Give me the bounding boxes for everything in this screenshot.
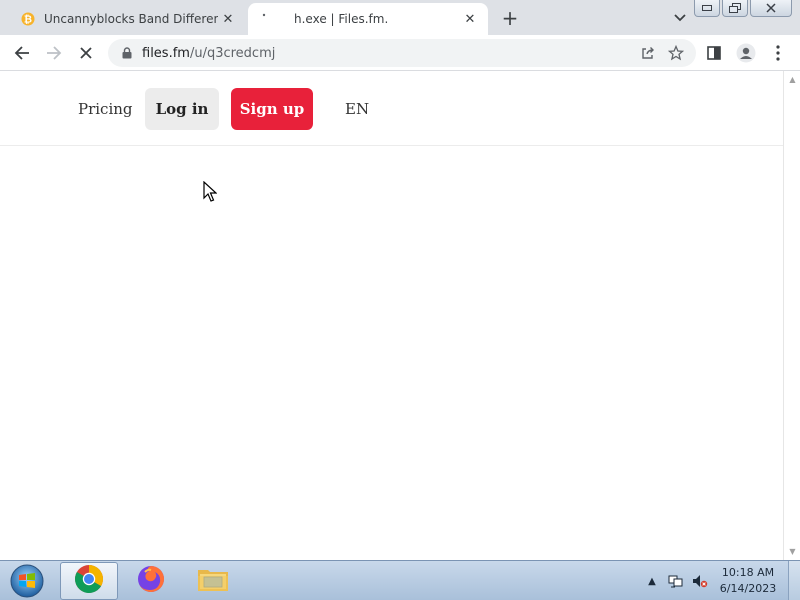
mouse-cursor-icon — [203, 180, 218, 207]
back-arrow-icon[interactable] — [8, 39, 36, 67]
scroll-down-arrow-icon[interactable]: ▼ — [784, 543, 800, 560]
tab-uncannyblocks[interactable]: ₿ Uncannyblocks Band Different (1 ✕ — [8, 3, 246, 35]
window-controls — [692, 0, 792, 17]
tab-strip: ₿ Uncannyblocks Band Different (1 ✕ h.ex… — [0, 0, 800, 35]
scroll-up-arrow-icon[interactable]: ▲ — [784, 71, 800, 88]
url-text: files.fm/u/q3credcmj — [142, 46, 634, 61]
url-host: files.fm — [142, 45, 190, 61]
system-clock[interactable]: 10:18 AM 6/14/2023 — [714, 565, 782, 597]
tab-close-icon[interactable]: ✕ — [218, 9, 238, 29]
menu-kebab-icon[interactable] — [764, 39, 792, 67]
tab-search-chevron-icon[interactable] — [670, 8, 690, 28]
start-button[interactable] — [4, 562, 50, 600]
pricing-link[interactable]: Pricing — [78, 100, 133, 118]
page-scrollbar[interactable]: ▲ ▼ — [783, 71, 800, 560]
system-tray: ▲ 10:18 AM 6/14/2023 — [642, 561, 800, 600]
clock-date: 6/14/2023 — [719, 582, 777, 595]
volume-muted-icon[interactable] — [690, 571, 710, 591]
minimize-button[interactable] — [694, 0, 720, 17]
file-explorer-icon — [196, 564, 230, 598]
chrome-icon — [74, 564, 104, 598]
site-header: Pricing Log in Sign up EN — [0, 71, 783, 146]
windows-taskbar: ▲ 10:18 AM 6/14/2023 — [0, 560, 800, 600]
tab-close-icon[interactable]: ✕ — [460, 9, 480, 29]
restore-button[interactable] — [722, 0, 748, 17]
bookmark-star-icon[interactable] — [662, 39, 690, 67]
tab-title: h.exe | Files.fm. — [294, 12, 389, 26]
new-tab-button[interactable]: + — [498, 6, 522, 30]
side-panel-icon[interactable] — [700, 39, 728, 67]
tab-files-fm[interactable]: h.exe | Files.fm. ✕ — [248, 3, 488, 35]
profile-avatar-icon[interactable] — [732, 39, 760, 67]
taskbar-file-explorer[interactable] — [184, 562, 242, 600]
show-hidden-icons-icon[interactable]: ▲ — [642, 571, 662, 591]
bitcoin-favicon-icon: ₿ — [20, 11, 36, 27]
taskbar-chrome[interactable] — [60, 562, 118, 600]
browser-toolbar: files.fm/u/q3credcmj — [0, 35, 800, 71]
firefox-icon — [136, 564, 166, 598]
clock-time: 10:18 AM — [721, 566, 775, 579]
svg-text:₿: ₿ — [24, 14, 32, 26]
url-path: /u/q3credcmj — [189, 45, 276, 61]
address-bar[interactable]: files.fm/u/q3credcmj — [108, 39, 696, 67]
language-selector[interactable]: EN — [345, 100, 369, 118]
network-icon[interactable] — [666, 571, 686, 591]
login-button[interactable]: Log in — [145, 88, 219, 130]
tab-title: Uncannyblocks Band Different (1 — [44, 12, 218, 26]
signup-button[interactable]: Sign up — [231, 88, 313, 130]
show-desktop-button[interactable] — [788, 561, 800, 600]
page-content: Pricing Log in Sign up EN — [0, 71, 783, 560]
loading-favicon-icon — [260, 11, 276, 27]
taskbar-firefox[interactable] — [122, 562, 180, 600]
stop-loading-icon[interactable] — [72, 39, 100, 67]
forward-arrow-icon[interactable] — [40, 39, 68, 67]
window-close-button[interactable] — [750, 0, 792, 17]
share-icon[interactable] — [634, 39, 662, 67]
lock-icon[interactable] — [120, 46, 134, 60]
